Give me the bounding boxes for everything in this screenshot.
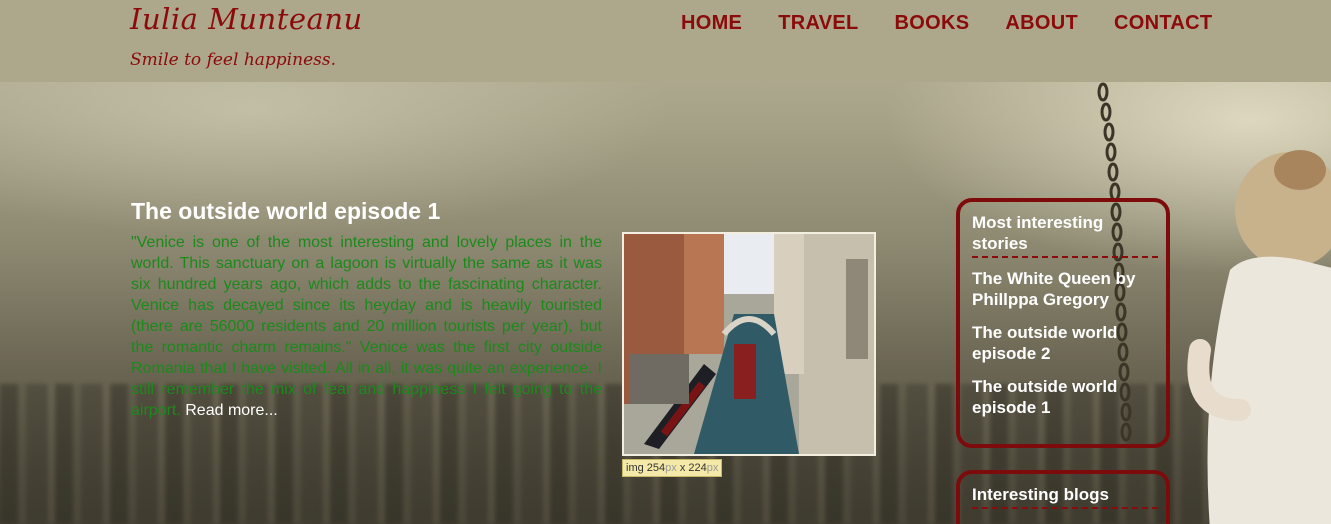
sidebar-blogs-box: Interesting blogs xyxy=(956,470,1170,524)
sidebar-story-link[interactable]: The White Queen by Phillppa Gregory xyxy=(972,268,1154,310)
venice-canal-image xyxy=(624,234,874,454)
article-body: "Venice is one of the most interesting a… xyxy=(131,232,602,421)
tooltip-separator: x xyxy=(679,462,686,474)
site-title[interactable]: Iulia Munteanu xyxy=(130,2,363,36)
nav-home[interactable]: HOME xyxy=(681,12,742,35)
nav-contact[interactable]: CONTACT xyxy=(1114,12,1212,35)
sidebar-story-link[interactable]: The outside world episode 1 xyxy=(972,376,1154,418)
tooltip-unit-height: px xyxy=(706,462,719,474)
nav-books[interactable]: BOOKS xyxy=(895,12,970,35)
main-nav: HOME TRAVEL BOOKS ABOUT CONTACT xyxy=(681,12,1212,35)
tooltip-width: 254 xyxy=(646,462,666,474)
read-more-link[interactable]: Read more... xyxy=(185,402,277,419)
site-tagline: Smile to feel happiness. xyxy=(130,50,336,70)
article-photo-venice[interactable] xyxy=(622,232,876,456)
sidebar-divider xyxy=(972,507,1158,509)
sidebar-stories-box: Most interesting stories The White Queen… xyxy=(956,198,1170,448)
tooltip-unit-width: px xyxy=(665,462,677,474)
sidebar-blogs-heading: Interesting blogs xyxy=(972,485,1109,504)
article-title[interactable]: The outside world episode 1 xyxy=(131,198,440,225)
nav-about[interactable]: ABOUT xyxy=(1005,12,1078,35)
article-excerpt: "Venice is one of the most interesting a… xyxy=(131,234,602,419)
nav-travel[interactable]: TRAVEL xyxy=(778,12,858,35)
sidebar-divider xyxy=(972,256,1158,258)
girl-illustration xyxy=(1187,150,1331,524)
site-header: Iulia Munteanu Smile to feel happiness. … xyxy=(0,0,1331,82)
image-size-tooltip: img 254px x 224px xyxy=(622,459,723,477)
sidebar-story-link[interactable]: The outside world episode 2 xyxy=(972,322,1154,364)
sidebar-stories-heading: Most interesting stories xyxy=(972,213,1104,253)
tooltip-height: 224 xyxy=(688,462,707,474)
tooltip-tag: img xyxy=(626,462,644,474)
